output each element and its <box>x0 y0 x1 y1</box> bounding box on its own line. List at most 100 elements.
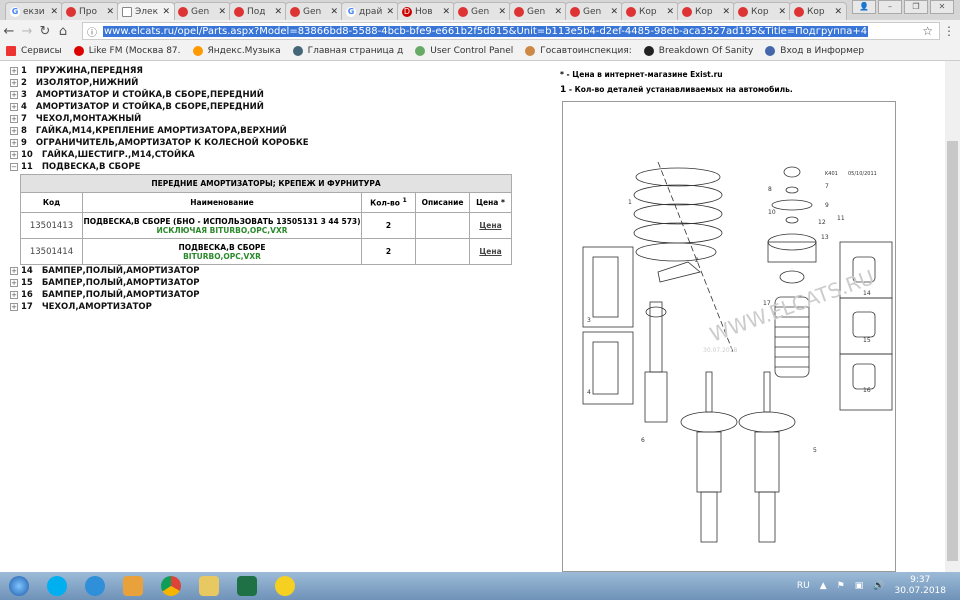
browser-tab[interactable]: Под ✕ <box>229 2 287 20</box>
browser-tab[interactable]: Кор ✕ <box>621 2 679 20</box>
price-link[interactable]: Цена <box>479 247 501 256</box>
callout-17[interactable]: 17 <box>763 300 771 307</box>
item-label[interactable]: АМОРТИЗАТОР И СТОЙКА,В СБОРЕ,ПЕРЕДНИЙ <box>36 89 264 101</box>
info-icon[interactable]: ⓘ <box>87 24 97 39</box>
callout-13[interactable]: 13 <box>821 234 829 241</box>
close-window-button[interactable]: ✕ <box>930 0 954 14</box>
callout-4[interactable]: 4 <box>587 389 591 396</box>
url-field[interactable]: ⓘ www.elcats.ru/opel/Parts.aspx?Model=83… <box>82 22 940 40</box>
taskbar-explorer[interactable] <box>190 573 228 599</box>
item-label[interactable]: ИЗОЛЯТОР,НИЖНИЙ <box>36 77 138 89</box>
maximize-button[interactable]: ❐ <box>904 0 928 14</box>
expand-icon[interactable]: + <box>10 115 18 123</box>
callout-5[interactable]: 5 <box>813 447 817 454</box>
menu-icon[interactable]: ⋮ <box>943 24 955 38</box>
tree-item[interactable]: +4 АМОРТИЗАТОР И СТОЙКА,В СБОРЕ,ПЕРЕДНИЙ <box>10 101 309 113</box>
bookmark-item[interactable]: User Control Panel <box>415 46 513 56</box>
browser-tab[interactable]: Кор ✕ <box>733 2 791 20</box>
close-tab-icon[interactable]: ✕ <box>218 7 226 17</box>
callout-10[interactable]: 10 <box>768 209 776 216</box>
item-label[interactable]: БАМПЕР,ПОЛЫЙ,АМОРТИЗАТОР <box>42 265 200 277</box>
callout-9[interactable]: 9 <box>825 202 829 209</box>
network-icon[interactable]: ▣ <box>855 581 864 591</box>
tree-item[interactable]: +16 БАМПЕР,ПОЛЫЙ,АМОРТИЗАТОР <box>10 289 200 301</box>
tree-item[interactable]: +1 ПРУЖИНА,ПЕРЕДНЯЯ <box>10 65 309 77</box>
bookmark-item[interactable]: Вход в Информер <box>765 46 864 56</box>
tray-expand-icon[interactable]: ▲ <box>820 581 827 591</box>
browser-tab[interactable]: D Нов ✕ <box>397 2 455 20</box>
tree-item[interactable]: +3 АМОРТИЗАТОР И СТОЙКА,В СБОРЕ,ПЕРЕДНИЙ <box>10 89 309 101</box>
url-text[interactable]: www.elcats.ru/opel/Parts.aspx?Model=8386… <box>103 25 869 37</box>
callout-3[interactable]: 3 <box>587 317 591 324</box>
callout-8[interactable]: 8 <box>768 186 772 193</box>
expand-icon[interactable]: + <box>10 67 18 75</box>
star-icon[interactable]: ☆ <box>922 24 933 38</box>
close-tab-icon[interactable]: ✕ <box>442 7 450 17</box>
browser-tab[interactable]: Gen ✕ <box>509 2 567 20</box>
close-tab-icon[interactable]: ✕ <box>106 7 114 17</box>
taskbar-excel[interactable] <box>228 573 266 599</box>
close-tab-icon[interactable]: ✕ <box>330 7 338 17</box>
expand-icon[interactable]: + <box>10 267 18 275</box>
expand-icon[interactable]: + <box>10 303 18 311</box>
browser-tab[interactable]: Gen ✕ <box>173 2 231 20</box>
browser-tab[interactable]: Gекзи ✕ <box>5 2 63 20</box>
browser-tab[interactable]: Про ✕ <box>61 2 119 20</box>
vertical-scrollbar[interactable] <box>945 61 960 572</box>
bookmark-item[interactable]: Сервисы <box>6 46 62 56</box>
browser-tab[interactable]: Кор ✕ <box>677 2 735 20</box>
minimize-button[interactable]: – <box>878 0 902 14</box>
close-tab-icon[interactable]: ✕ <box>666 7 674 17</box>
expand-icon[interactable]: + <box>10 79 18 87</box>
close-tab-icon[interactable]: ✕ <box>162 7 170 17</box>
action-center-icon[interactable]: ⚑ <box>837 581 845 591</box>
callout-11[interactable]: 11 <box>837 215 845 222</box>
tree-item[interactable]: +10 ГАЙКА,ШЕСТИГР.,М14,СТОЙКА <box>10 149 309 161</box>
callout-2[interactable]: 2 <box>695 257 699 264</box>
expand-icon[interactable]: + <box>10 139 18 147</box>
bookmark-item[interactable]: Госавтоинспекция: <box>525 46 632 56</box>
taskbar-ie[interactable] <box>76 573 114 599</box>
bookmark-item[interactable]: Breakdown Of Sanity <box>643 46 753 56</box>
callout-6[interactable]: 6 <box>641 437 645 444</box>
browser-tab[interactable]: Gдрай ✕ <box>341 2 399 20</box>
close-tab-icon[interactable]: ✕ <box>50 7 58 17</box>
tree-item[interactable]: −11 ПОДВЕСКА,В СБОРЕ <box>10 161 309 173</box>
expand-icon[interactable]: + <box>10 291 18 299</box>
taskbar-1c[interactable] <box>266 573 304 599</box>
item-label[interactable]: АМОРТИЗАТОР И СТОЙКА,В СБОРЕ,ПЕРЕДНИЙ <box>36 101 264 113</box>
expand-icon[interactable]: + <box>10 127 18 135</box>
browser-tab[interactable]: Элек ✕ <box>117 2 175 20</box>
user-icon[interactable]: 👤 <box>852 0 876 14</box>
close-tab-icon[interactable]: ✕ <box>274 7 282 17</box>
close-tab-icon[interactable]: ✕ <box>554 7 562 17</box>
tree-item[interactable]: +15 БАМПЕР,ПОЛЫЙ,АМОРТИЗАТОР <box>10 277 200 289</box>
bookmark-item[interactable]: Яндекс.Музыка <box>192 46 281 56</box>
price-link[interactable]: Цена <box>479 221 501 230</box>
expand-icon[interactable]: + <box>10 91 18 99</box>
tree-item[interactable]: +9 ОГРАНИЧИТЕЛЬ,АМОРТИЗАТОР К КОЛЕСНОЙ К… <box>10 137 309 149</box>
expand-icon[interactable]: + <box>10 151 18 159</box>
tree-item[interactable]: +7 ЧЕХОЛ,МОНТАЖНЫЙ <box>10 113 309 125</box>
item-label[interactable]: ПОДВЕСКА,В СБОРЕ <box>42 161 141 173</box>
callout-14[interactable]: 14 <box>863 290 871 297</box>
close-tab-icon[interactable]: ✕ <box>610 7 618 17</box>
close-tab-icon[interactable]: ✕ <box>722 7 730 17</box>
clock[interactable]: 9:37 30.07.2018 <box>894 575 946 597</box>
start-button[interactable] <box>0 573 38 599</box>
close-tab-icon[interactable]: ✕ <box>498 7 506 17</box>
tree-item[interactable]: +8 ГАЙКА,М14,КРЕПЛЕНИЕ АМОРТИЗАТОРА,ВЕРХ… <box>10 125 309 137</box>
item-label[interactable]: ОГРАНИЧИТЕЛЬ,АМОРТИЗАТОР К КОЛЕСНОЙ КОРО… <box>36 137 309 149</box>
item-label[interactable]: БАМПЕР,ПОЛЫЙ,АМОРТИЗАТОР <box>42 277 200 289</box>
back-icon[interactable]: ← <box>0 24 18 39</box>
tree-item[interactable]: +2 ИЗОЛЯТОР,НИЖНИЙ <box>10 77 309 89</box>
expand-icon[interactable]: + <box>10 103 18 111</box>
taskbar-skype[interactable] <box>38 573 76 599</box>
item-label[interactable]: БАМПЕР,ПОЛЫЙ,АМОРТИЗАТОР <box>42 289 200 301</box>
close-tab-icon[interactable]: ✕ <box>386 7 394 17</box>
tree-item[interactable]: +14 БАМПЕР,ПОЛЫЙ,АМОРТИЗАТОР <box>10 265 200 277</box>
collapse-icon[interactable]: − <box>10 163 18 171</box>
forward-icon[interactable]: → <box>18 24 36 39</box>
taskbar-chrome[interactable] <box>152 573 190 599</box>
reload-icon[interactable]: ↻ <box>36 24 54 39</box>
